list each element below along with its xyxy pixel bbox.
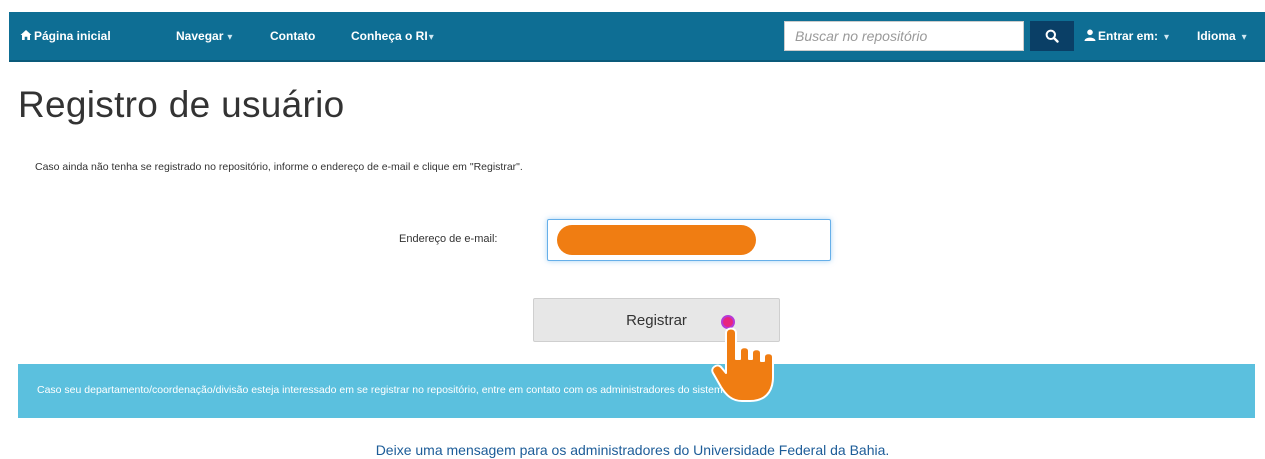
info-alert: Caso seu departamento/coordenação/divisã… (18, 364, 1255, 418)
search-icon (1045, 29, 1059, 43)
nav-browse-label: Navegar (176, 29, 224, 43)
nav-contact-link[interactable]: Contato (270, 12, 315, 60)
home-icon (20, 30, 32, 40)
feedback-link[interactable]: Deixe uma mensagem para os administrador… (0, 442, 1265, 458)
hand-pointer-icon (711, 327, 774, 402)
login-label: Entrar em: (1098, 29, 1159, 43)
alert-text: Caso seu departamento/coordenação/divisã… (37, 384, 729, 396)
caret-down-icon: ▾ (1241, 32, 1247, 43)
nav-about-label: Conheça o RI (351, 29, 428, 43)
redaction-mark (557, 225, 756, 255)
nav-about-dropdown[interactable]: Conheça o RI▾ (351, 12, 434, 60)
language-label: Idioma (1197, 29, 1236, 43)
language-dropdown[interactable]: Idioma ▾ (1197, 12, 1247, 60)
nav-home-link[interactable]: Página inicial (20, 12, 111, 60)
nav-home-label: Página inicial (34, 29, 111, 43)
login-dropdown[interactable]: Entrar em: ▾ (1084, 12, 1169, 60)
user-icon (1084, 29, 1096, 41)
search-input[interactable] (784, 21, 1024, 51)
nav-contact-label: Contato (270, 29, 316, 43)
nav-browse-dropdown[interactable]: Navegar ▾ (176, 12, 232, 60)
caret-down-icon: ▾ (428, 32, 434, 43)
email-label: Endereço de e-mail: (399, 233, 498, 245)
caret-down-icon: ▾ (227, 32, 233, 43)
caret-down-icon: ▾ (1164, 32, 1170, 43)
page-title: Registro de usuário (18, 84, 345, 125)
top-navbar: Página inicial Navegar ▾ Contato Conheça … (9, 12, 1265, 62)
intro-text: Caso ainda não tenha se registrado no re… (35, 161, 523, 173)
search-button[interactable] (1030, 21, 1074, 51)
